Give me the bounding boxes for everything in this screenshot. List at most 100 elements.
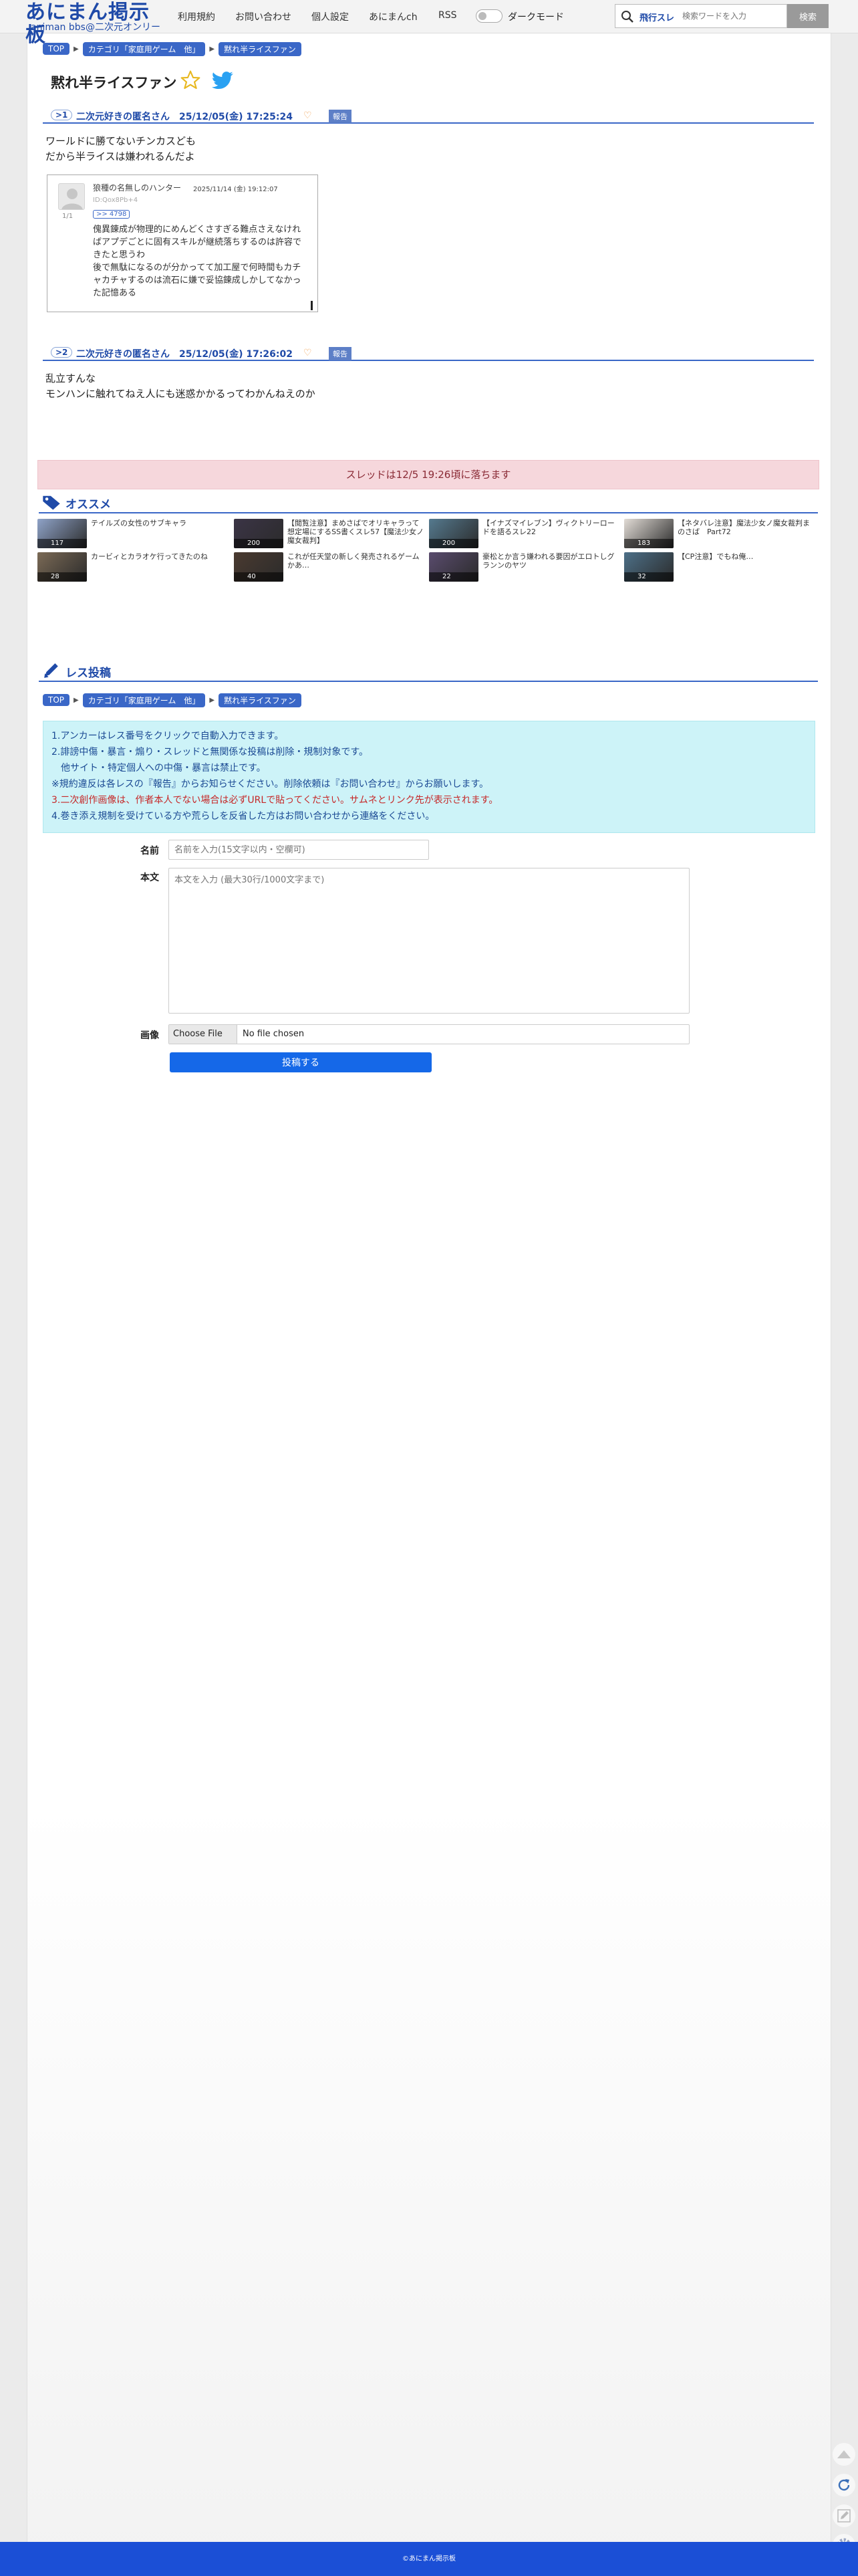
embed-user-id: ID:Qox8Pb+4 <box>93 197 138 204</box>
recommend-item[interactable]: 183 【ネタバレ注意】魔法少女ノ魔女裁判まのさば Part72 <box>624 519 818 548</box>
site-logo[interactable]: あにまん掲示板 animan bbs@二次元オンリー <box>25 1 166 47</box>
nav-animanch[interactable]: あにまんch <box>369 10 418 23</box>
rule-line: 1.アンカーはレス番号をクリックで自動入力できます。 <box>51 731 284 741</box>
recommend-title-text: 【イナズマイレブン】ヴィクトリーロードを語るスレ22 <box>482 519 615 536</box>
comment-count: 32 <box>624 572 674 582</box>
rule-line: ※規約違反は各レスの『報告』からお知らせください。削除依頼は『お問い合わせ』から… <box>51 779 489 790</box>
comment-count: 28 <box>37 572 87 582</box>
embed-text: 傀異錬成が物理的にめんどくさすぎる難点さえなければアプデごとに固有スキルが継続落… <box>93 225 302 298</box>
embed-anchor-link[interactable]: >> 4798 <box>93 210 130 219</box>
recommend-item[interactable]: 28 カービィとカラオケ行ってきたのね <box>37 552 231 582</box>
post-body: 乱立すんな モンハンに触れてねえ人にも迷惑かかるってわかんねえのか <box>45 372 315 400</box>
name-label: 名前 <box>140 846 159 856</box>
breadcrumb-top[interactable]: TOP <box>43 43 70 55</box>
breadcrumb-category[interactable]: カテゴリ「家庭用ゲーム 他」 <box>82 693 206 707</box>
rule-line: 4.巻き添え規制を受けている方や荒らしを反省した方はお問い合わせから連絡をくださ… <box>51 811 435 822</box>
avatar-placeholder-icon <box>61 189 83 209</box>
nav-settings[interactable]: 個人設定 <box>311 10 349 23</box>
post-header: >2 二次元好きの匿名さん 25/12/05(金) 17:26:02 ♡ 報告 <box>43 346 814 361</box>
rule-line: 3.二次創作画像は、作者本人でない場合は必ずURLで貼ってください。サムネとリン… <box>51 795 498 806</box>
post-form-header: レス投稿 <box>39 662 818 682</box>
compose-button[interactable] <box>833 2504 855 2527</box>
breadcrumb-category[interactable]: カテゴリ「家庭用ゲーム 他」 <box>82 41 206 56</box>
file-status: No file chosen <box>243 1029 305 1039</box>
thread-expiry-notice: スレッドは12/5 19:26頃に落ちます <box>37 460 819 489</box>
embed-date: 2025/11/14 (金) 19:12:07 <box>193 186 278 193</box>
breadcrumb: TOP ▶ カテゴリ「家庭用ゲーム 他」 ▶ 黙れ半ライスファン <box>43 693 301 707</box>
comment-count: 200 <box>234 539 283 548</box>
breadcrumb-thread[interactable]: 黙れ半ライスファン <box>219 693 301 707</box>
logo-subtitle: animan bbs@二次元オンリー <box>31 22 160 33</box>
refresh-icon <box>838 2479 850 2491</box>
search-button[interactable]: 検索 <box>787 4 829 28</box>
post-author-date: 二次元好きの匿名さん 25/12/05(金) 17:26:02 <box>76 349 293 360</box>
breadcrumb-separator-icon: ▶ <box>209 696 215 704</box>
recommend-title-text: 【CP注意】でもね俺… <box>678 552 754 561</box>
comment-count: 40 <box>234 572 283 582</box>
recommend-item[interactable]: 32 【CP注意】でもね俺… <box>624 552 818 582</box>
image-file-input[interactable]: Choose File No file chosen <box>168 1024 690 1044</box>
choose-file-button[interactable]: Choose File <box>169 1025 237 1044</box>
nav-contact[interactable]: お問い合わせ <box>235 10 291 23</box>
recommend-item[interactable]: 40 これが任天堂の新しく発売されるゲームかあ… <box>234 552 428 582</box>
body-field[interactable] <box>168 868 690 1014</box>
like-heart-icon[interactable]: ♡ <box>303 348 312 358</box>
post-header: >1 二次元好きの匿名さん 25/12/05(金) 17:25:24 ♡ 報告 <box>43 109 814 124</box>
breadcrumb-thread[interactable]: 黙れ半ライスファン <box>219 41 301 56</box>
submit-post-button[interactable]: 投稿する <box>170 1052 432 1072</box>
recommend-title-text: これが任天堂の新しく発売されるゲームかあ… <box>287 552 420 570</box>
rule-line: 他サイト・特定個人への中傷・暴言は禁止です。 <box>51 763 266 774</box>
recommend-item[interactable]: 22 豪松とか言う嫌われる要因がエロトしグランンのヤツ <box>429 552 623 582</box>
post-author-date: 二次元好きの匿名さん 25/12/05(金) 17:25:24 <box>76 112 293 122</box>
recommend-header: オススメ <box>39 493 818 513</box>
name-field[interactable] <box>168 840 429 860</box>
pencil-icon <box>44 663 58 678</box>
post-number-link[interactable]: >1 <box>51 110 73 120</box>
recommend-thumbnail: 117 <box>37 519 87 548</box>
breadcrumb-separator-icon: ▶ <box>74 696 79 704</box>
nav-terms[interactable]: 利用規約 <box>178 10 215 23</box>
post-number-link[interactable]: >2 <box>51 347 73 358</box>
recommend-item[interactable]: 117 テイルズの女性のサブキャラ <box>37 519 231 548</box>
dark-mode-toggle[interactable] <box>476 9 503 23</box>
nav-rss[interactable]: RSS <box>438 10 457 21</box>
site-footer: ©あにまん掲示板 <box>0 2542 858 2576</box>
favorite-star-icon[interactable] <box>179 70 202 91</box>
recommend-thumbnail: 200 <box>234 519 283 548</box>
embed-scrollbar[interactable] <box>311 301 313 310</box>
avatar <box>58 183 85 210</box>
report-button[interactable]: 報告 <box>329 347 351 360</box>
embed-author-name: 狼種の名無しのハンター <box>93 183 182 193</box>
recommend-item[interactable]: 200 【閲覧注意】まめさばでオリキャラって想定場にするSS書くスレ57【魔法少… <box>234 519 428 548</box>
scroll-top-button[interactable] <box>833 2443 855 2466</box>
tag-icon <box>43 495 60 510</box>
reload-button[interactable] <box>833 2474 855 2496</box>
posting-rules: 1.アンカーはレス番号をクリックで自動入力できます。 2.誹謗中傷・暴言・煽り・… <box>43 721 815 833</box>
recommend-title-text: 豪松とか言う嫌われる要因がエロトしグランンのヤツ <box>482 552 615 570</box>
comment-count: 200 <box>429 539 478 548</box>
recommend-title-text: 【ネタバレ注意】魔法少女ノ魔女裁判まのさば Part72 <box>678 519 810 536</box>
site-header: あにまん掲示板 animan bbs@二次元オンリー 利用規約 お問い合わせ 個… <box>0 0 858 47</box>
recommend-thumbnail: 40 <box>234 552 283 582</box>
search-box: 飛行スレ <box>615 4 787 28</box>
embedded-post-card[interactable]: 1/1 狼種の名無しのハンター 2025/11/14 (金) 19:12:07 … <box>47 174 318 312</box>
breadcrumb-separator-icon: ▶ <box>209 45 215 53</box>
dark-mode-label: ダークモード <box>508 12 564 23</box>
recommend-item[interactable]: 200 【イナズマイレブン】ヴィクトリーロードを語るスレ22 <box>429 519 623 548</box>
comment-count: 117 <box>37 539 87 548</box>
image-label: 画像 <box>140 1030 159 1041</box>
recommend-thumbnail: 32 <box>624 552 674 582</box>
recommend-title-text: テイルズの女性のサブキャラ <box>91 519 186 528</box>
post-body: ワールドに勝てないチンカスども だから半ライスは嫌われるんだよ <box>45 135 196 162</box>
hot-threads-link[interactable]: 飛行スレ <box>639 11 674 23</box>
recommend-title: オススメ <box>65 498 111 511</box>
breadcrumb-top[interactable]: TOP <box>43 694 70 706</box>
twitter-share-icon[interactable] <box>211 71 234 91</box>
comment-count: 183 <box>624 539 674 548</box>
recommend-thumbnail: 28 <box>37 552 87 582</box>
edit-icon <box>837 2509 851 2523</box>
report-button[interactable]: 報告 <box>329 110 351 123</box>
search-input[interactable] <box>682 9 782 23</box>
like-heart-icon[interactable]: ♡ <box>303 110 312 121</box>
thread-title: 黙れ半ライスファン <box>51 75 177 91</box>
